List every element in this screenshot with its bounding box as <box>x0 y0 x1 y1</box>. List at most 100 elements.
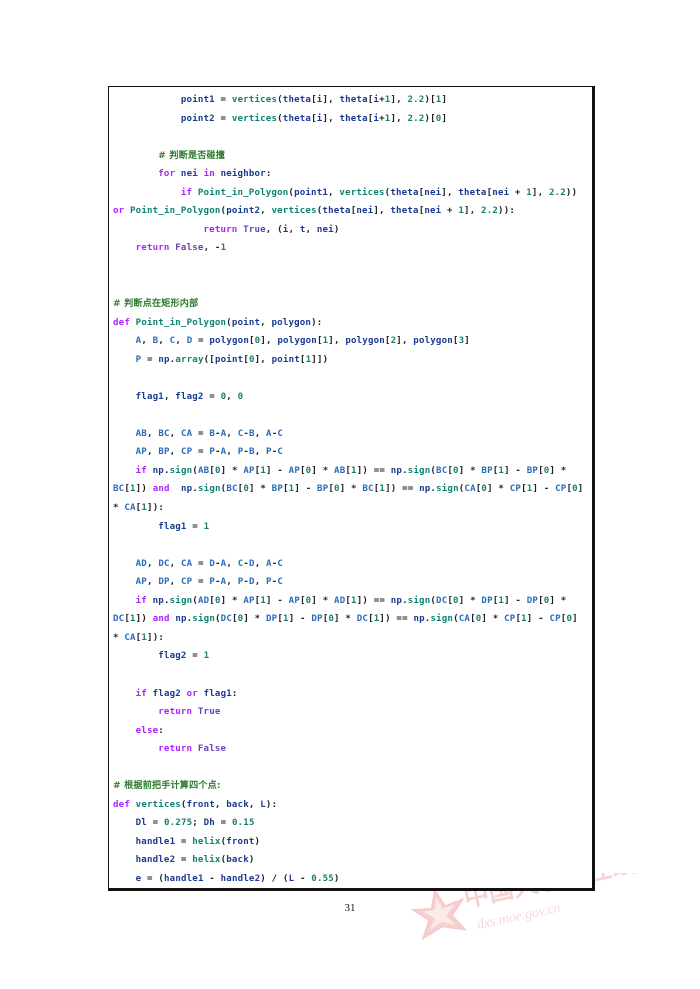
code-identifier: theta <box>282 95 312 105</box>
code-keyword: or <box>113 206 125 217</box>
code-operator: ) <box>362 595 369 606</box>
code-function-call: sign <box>169 595 193 606</box>
code-line: if Point_in_Polygon(point1, vertices(the… <box>113 184 588 221</box>
code-identifier: AP <box>243 595 255 606</box>
code-number: 1 <box>220 243 227 254</box>
code-operator: ] <box>334 614 340 625</box>
code-operator: : <box>265 169 272 180</box>
code-operator: ] <box>577 484 584 495</box>
code-operator: ) <box>260 873 266 884</box>
code-line: return True <box>113 703 588 722</box>
code-identifier: DP <box>481 595 493 606</box>
code-identifier: DP <box>266 614 278 625</box>
code-operator: , <box>266 336 272 347</box>
code-identifier: L <box>288 873 295 884</box>
code-operator: , <box>226 558 233 569</box>
code-function-call: sign <box>436 484 459 495</box>
code-operator: ] <box>311 595 318 606</box>
code-number: 0.55 <box>311 873 334 884</box>
code-number: 2.2 <box>481 206 499 217</box>
code-identifier: DC <box>220 614 232 625</box>
code-operator: = <box>152 818 159 829</box>
code-identifier: flag1 <box>203 688 232 699</box>
code-identifier: nei <box>424 187 442 198</box>
code-identifier: handle2 <box>135 855 176 866</box>
code-operator: * <box>345 614 352 625</box>
code-operator: - <box>277 595 283 606</box>
code-line: P = np.array([point[0], point[1]]) <box>113 351 588 370</box>
code-line: # 判断点在矩形内部 <box>113 295 588 314</box>
code-line: handle2 = helix(back) <box>113 851 588 870</box>
code-line: e = (handle1 - handle2) / (L - 0.55) <box>113 870 588 888</box>
code-identifier: AP <box>135 447 147 458</box>
code-keyword: return <box>135 243 170 254</box>
code-operator: = <box>197 558 204 569</box>
code-operator: ; <box>192 818 198 829</box>
code-operator: : <box>158 632 165 643</box>
code-operator: ] <box>220 465 227 476</box>
code-operator: ) <box>333 224 340 235</box>
code-identifier: CP <box>555 484 567 495</box>
code-constant: False <box>175 243 204 254</box>
code-identifier: C <box>277 447 284 458</box>
code-identifier: back <box>226 855 249 866</box>
code-line: AB, BC, CA = B-A, C-B, A-C <box>113 425 588 444</box>
code-keyword: and <box>152 484 170 495</box>
python-code-listing: point1 = vertices(theta[i], theta[i+1], … <box>109 87 592 888</box>
code-line: def Point_in_Polygon(point, polygon): <box>113 314 588 333</box>
code-identifier: flag2 <box>152 688 181 699</box>
page-number: 31 <box>344 902 356 914</box>
code-number: 0.15 <box>231 818 255 829</box>
code-identifier: np <box>175 614 187 625</box>
code-line: AD, DC, CA = D-A, C-D, A-C <box>113 555 588 574</box>
code-operator: , <box>254 447 261 458</box>
code-operator: , <box>248 799 255 810</box>
code-identifier: BC <box>113 484 125 495</box>
code-identifier: back <box>226 799 249 810</box>
code-operator: ] <box>526 614 533 625</box>
code-operator: , <box>214 799 221 810</box>
code-function-call: vertices <box>339 187 385 198</box>
code-identifier: AD <box>135 558 147 569</box>
code-identifier: nei <box>316 224 334 235</box>
code-operator: ) <box>254 836 261 847</box>
code-identifier: AP <box>288 595 300 606</box>
code-number: 0.275 <box>163 818 193 829</box>
code-block-frame: point1 = vertices(theta[i], theta[i+1], … <box>108 86 595 891</box>
code-identifier: handle1 <box>164 873 204 884</box>
code-identifier: DC <box>436 595 448 606</box>
code-operator: * <box>470 465 476 476</box>
code-operator: , <box>328 113 334 124</box>
code-identifier: theta <box>458 187 487 198</box>
code-operator: = <box>192 521 198 532</box>
code-operator: ] <box>532 484 539 495</box>
code-operator: ] <box>248 484 255 495</box>
document-page: 中国大学生在线 dxs.moe.gov.cn point1 = vertices… <box>0 0 700 989</box>
code-comment: # 判断点在矩形内部 <box>113 299 199 310</box>
code-identifier: handle2 <box>220 873 261 884</box>
code-operator: ] <box>311 465 318 476</box>
code-function-name: Point_in_Polygon <box>135 317 227 328</box>
code-constant: False <box>197 744 227 755</box>
code-operator: , <box>328 95 334 105</box>
code-line: # 判断是否碰撞 <box>113 147 588 166</box>
code-operator: , <box>226 391 232 402</box>
code-operator: , <box>305 224 312 235</box>
code-identifier: point2 <box>180 113 215 124</box>
code-operator: ] <box>464 336 470 347</box>
code-operator: ] <box>481 614 488 625</box>
code-number: 2.2 <box>407 113 425 124</box>
code-operator: , <box>328 187 334 198</box>
code-identifier: C <box>277 428 284 439</box>
code-identifier: AB <box>135 428 147 439</box>
code-line: AP, DP, CP = P-A, P-D, P-C <box>113 573 588 592</box>
code-identifier: CP <box>504 614 516 625</box>
code-identifier: AP <box>243 465 255 476</box>
code-identifier: DC <box>158 558 170 569</box>
code-identifier: theta <box>339 95 368 105</box>
code-identifier: CP <box>549 614 561 625</box>
code-line: else: <box>113 722 588 741</box>
